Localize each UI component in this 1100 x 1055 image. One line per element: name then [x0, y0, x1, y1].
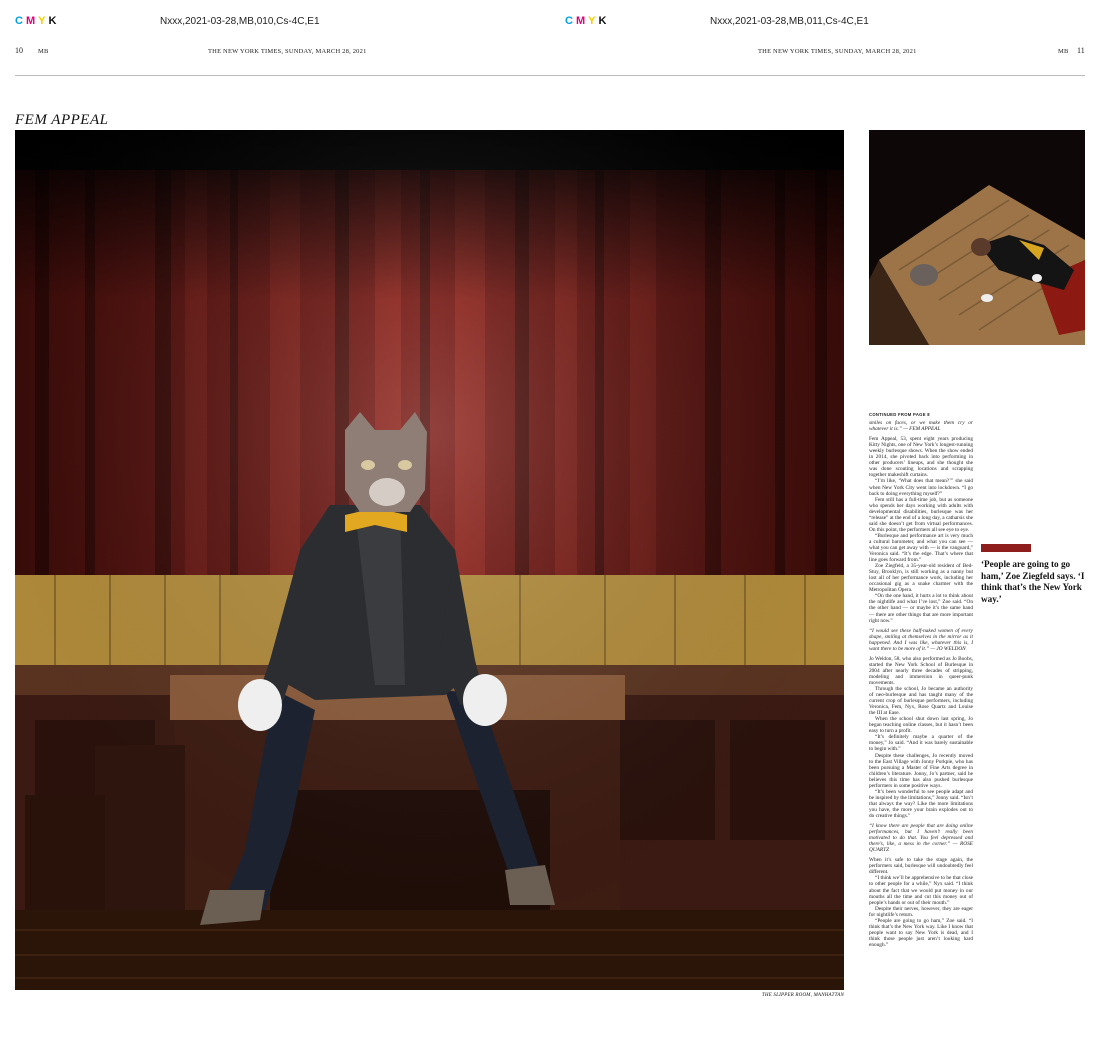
article-paragraph: “On the one hand, it hurts a lot to thin…: [869, 593, 973, 624]
article-paragraph: “It’s definitely maybe a quarter of the …: [869, 734, 973, 753]
pull-quote-jo-weldon: “I would see these half-naked women of e…: [869, 627, 973, 652]
slug-left: Nxxx,2021-03-28,MB,010,Cs-4C,E1: [160, 16, 320, 27]
article-body-column: CONTINUED FROM PAGE 8 smiles on faces, o…: [869, 412, 973, 992]
page-number-left: 10: [15, 46, 23, 55]
article-paragraph: Fem still has a full-time job, but as so…: [869, 496, 973, 533]
article-paragraph: Fem Appeal, 53, spent eight years produc…: [869, 436, 973, 479]
pull-quote-zoe-ziegfeld: ‘People are going to go ham,’ Zoe Ziegfe…: [981, 559, 1085, 604]
article-paragraph: When the school shut down last spring, J…: [869, 716, 973, 735]
article-paragraph: Zoe Ziegfeld, a 35-year-old resident of …: [869, 563, 973, 594]
section-label-left: MB: [38, 48, 49, 55]
pull-quote-accent-bar: [981, 544, 1031, 552]
article-paragraph: “People are going to go ham,” Zoe said. …: [869, 917, 973, 948]
continued-kicker: CONTINUED FROM PAGE 8: [869, 412, 930, 417]
article-paragraph: Through the school, Jo became an authori…: [869, 686, 973, 717]
article-paragraph: Jo Weldon, 58, who also performed as Jo …: [869, 655, 973, 686]
section-label-right: MB: [1058, 48, 1069, 55]
article-paragraph: “Burlesque and performance art is very m…: [869, 532, 973, 564]
cmyk-registration-left: CMYK: [15, 15, 60, 27]
article-paragraph: Despite these challenges, Jo recently mo…: [869, 752, 973, 789]
page-number-right: 11: [1077, 46, 1085, 55]
slug-right: Nxxx,2021-03-28,MB,011,Cs-4C,E1: [710, 16, 869, 27]
secondary-photo-performer-on-stage-floor: [869, 130, 1085, 345]
article-paragraph: “I think we’ll be apprehensive to be tha…: [869, 875, 973, 906]
photo-caption-location: THE SLIPPER ROOM, MANHATTAN: [761, 993, 844, 998]
dateline-left: THE NEW YORK TIMES, SUNDAY, MARCH 28, 20…: [208, 48, 367, 55]
lead-pull-quote: smiles on faces, or we make them cry or …: [869, 420, 973, 433]
article-paragraph: “I’m like, ‘What does that mean?’” she s…: [869, 478, 973, 497]
article-paragraph: When it’s safe to take the stage again, …: [869, 857, 973, 876]
story-headline: FEM APPEAL: [15, 112, 109, 128]
dateline-right: THE NEW YORK TIMES, SUNDAY, MARCH 28, 20…: [758, 48, 917, 55]
header-rule: [15, 75, 1085, 76]
pull-quote-rose-quartz: “I know there are people that are doing …: [869, 823, 973, 854]
main-photo-performer-in-cat-mask: [15, 130, 844, 990]
cmyk-registration-right: CMYK: [565, 15, 610, 27]
article-paragraph: Despite their nerves, however, they are …: [869, 905, 973, 918]
article-paragraph: “It’s been wonderful to see people adapt…: [869, 788, 973, 819]
